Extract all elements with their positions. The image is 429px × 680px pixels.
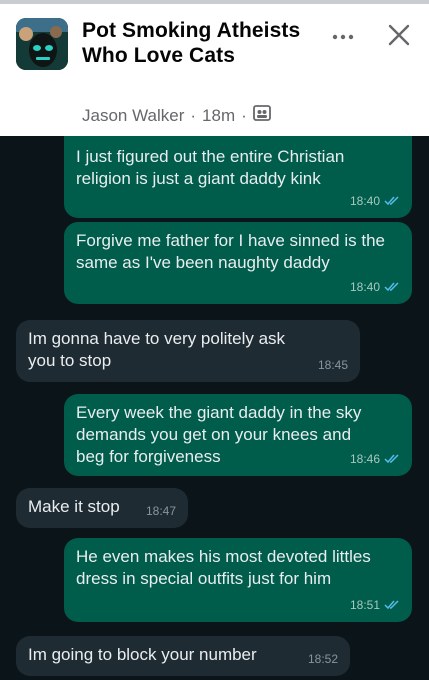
message-bubble-incoming: Im gonna have to very politely ask you t… [16,320,360,382]
meta-separator: · [241,105,247,125]
message-meta: 18:47 [146,500,176,522]
message-meta: 18:40 [350,190,400,212]
author-name[interactable]: Jason Walker [82,106,184,126]
message-time: 18:46 [349,452,380,466]
group-avatar[interactable] [16,18,68,70]
message-meta: 18:46 [350,448,400,470]
message-meta: 18:51 [350,594,400,616]
message-bubble-incoming: Make it stop 18:47 [16,488,188,528]
group-audience-icon [252,104,271,127]
message-bubble-outgoing: Forgive me father for I have sinned is t… [64,222,412,304]
message-time: 18:52 [307,652,338,666]
read-ticks-icon [384,196,399,206]
read-ticks-icon [384,282,399,292]
message-text: Im going to block your number [28,645,257,664]
message-time: 18:45 [317,358,348,372]
meta-separator: · [190,105,197,125]
close-icon[interactable] [388,24,410,46]
post-meta: Jason Walker · 18m · [82,104,271,127]
post-header: Pot Smoking Atheists Who Love Cats Jason… [0,4,429,136]
message-meta: 18:45 [318,354,348,376]
message-time: 18:40 [349,194,380,208]
message-text: I just figured out the entire Christian … [76,147,345,188]
read-ticks-icon [384,454,399,464]
read-ticks-icon [384,600,399,610]
message-text: Every week the giant daddy in the sky de… [76,403,362,466]
message-bubble-outgoing: I just figured out the entire Christian … [64,136,412,218]
message-time: 18:40 [349,280,380,294]
group-name[interactable]: Pot Smoking Atheists Who Love Cats [82,18,322,68]
chat-screenshot: I just figured out the entire Christian … [0,136,429,680]
message-bubble-incoming: Im going to block your number 18:52 [16,636,350,676]
message-text: Make it stop [28,497,120,516]
message-text: He even makes his most devoted littles d… [76,547,371,588]
message-text: Im gonna have to very politely ask you t… [28,329,286,370]
more-horizontal-icon[interactable] [330,24,356,50]
message-meta: 18:40 [350,276,400,298]
message-time: 18:47 [145,504,176,518]
post-time[interactable]: 18m [202,106,235,126]
message-text: Forgive me father for I have sinned is t… [76,231,385,272]
message-meta: 18:52 [308,648,338,670]
message-bubble-outgoing: Every week the giant daddy in the sky de… [64,394,412,476]
message-bubble-outgoing: He even makes his most devoted littles d… [64,538,412,622]
message-time: 18:51 [349,598,380,612]
